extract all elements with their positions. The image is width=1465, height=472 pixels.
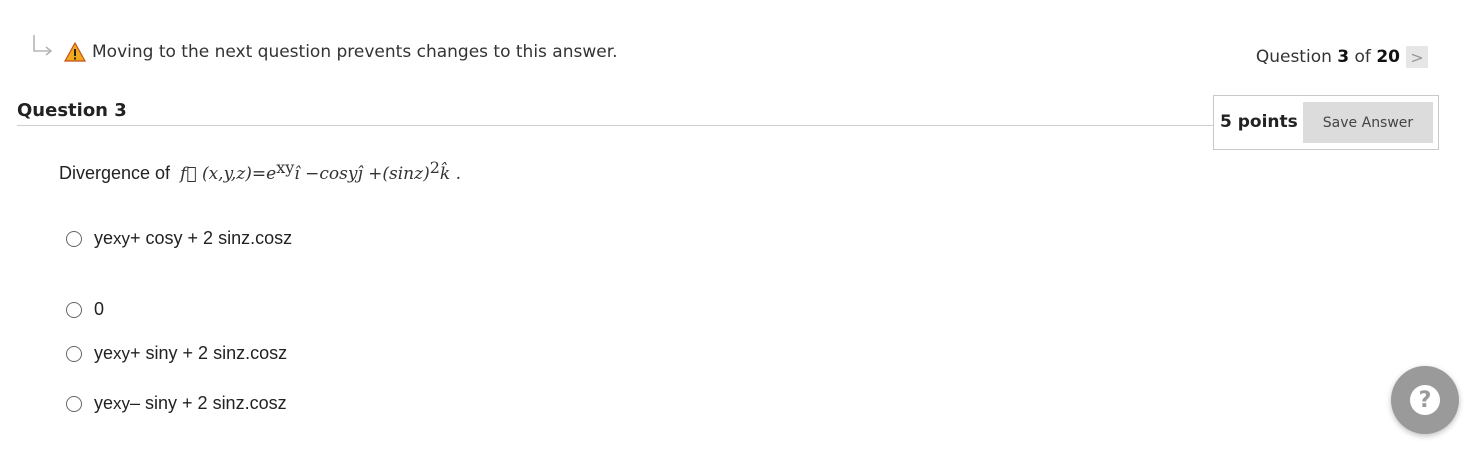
navigation-warning: Moving to the next question prevents cha… — [30, 32, 618, 72]
option-rest: + siny + 2 sinz.cosz — [130, 343, 288, 363]
next-question-button[interactable]: > — [1406, 46, 1428, 68]
radio-button[interactable] — [66, 301, 82, 318]
answer-option-1[interactable]: ye xy + cosy + 2 sinz.cosz — [66, 228, 292, 249]
warning-icon — [64, 42, 86, 62]
question-mark-icon: ? — [1410, 385, 1440, 415]
formula-middle: î −cosyĵ +(sinz) — [294, 164, 430, 184]
radio-button[interactable] — [66, 395, 82, 412]
question-header: Question 3 — [17, 98, 1213, 126]
return-arrow-icon — [33, 35, 53, 56]
chevron-right-icon: > — [1410, 47, 1424, 67]
vector-field-formula: f⃗ (x,y,z)=exyî −cosyĵ +(sinz)2k̂ . — [180, 158, 461, 184]
points-panel: 5 points Save Answer — [1213, 95, 1439, 150]
radio-button[interactable] — [66, 345, 82, 362]
option-exponent: xy — [113, 393, 131, 413]
question-current: 3 — [1337, 47, 1350, 67]
question-total: 20 — [1376, 47, 1400, 67]
option-base: 0 — [94, 299, 105, 319]
formula-main: f⃗ (x,y,z)=e — [180, 164, 277, 184]
answer-option-2[interactable]: 0 — [66, 299, 104, 320]
help-button[interactable]: ? — [1391, 366, 1459, 434]
question-counter-prefix: Question — [1255, 47, 1332, 67]
prompt-label: Divergence of — [59, 163, 171, 183]
save-answer-button[interactable]: Save Answer — [1303, 102, 1433, 143]
question-title: Question 3 — [17, 100, 127, 121]
radio-button[interactable] — [66, 230, 82, 247]
answer-option-4[interactable]: ye xy – siny + 2 sinz.cosz — [66, 393, 287, 414]
option-exponent: xy — [113, 228, 131, 248]
formula-exponent-2: 2 — [429, 158, 440, 177]
question-prompt: Divergence of f⃗ (x,y,z)=exyî −cosyĵ +(s… — [59, 158, 461, 184]
question-points: 5 points — [1220, 112, 1298, 132]
option-base: ye — [94, 343, 114, 363]
question-counter: Question 3 of 20 > — [1256, 46, 1428, 68]
option-base: ye — [94, 228, 114, 248]
answer-option-3[interactable]: ye xy + siny + 2 sinz.cosz — [66, 343, 287, 364]
warning-text: Moving to the next question prevents cha… — [92, 42, 618, 62]
question-counter-of: of — [1354, 47, 1371, 67]
formula-end: k̂ . — [439, 164, 462, 184]
option-base: ye — [94, 393, 114, 413]
option-rest: + cosy + 2 sinz.cosz — [130, 228, 293, 248]
option-rest: – siny + 2 sinz.cosz — [130, 393, 287, 413]
option-exponent: xy — [113, 343, 131, 363]
formula-exponent: xy — [276, 158, 295, 177]
